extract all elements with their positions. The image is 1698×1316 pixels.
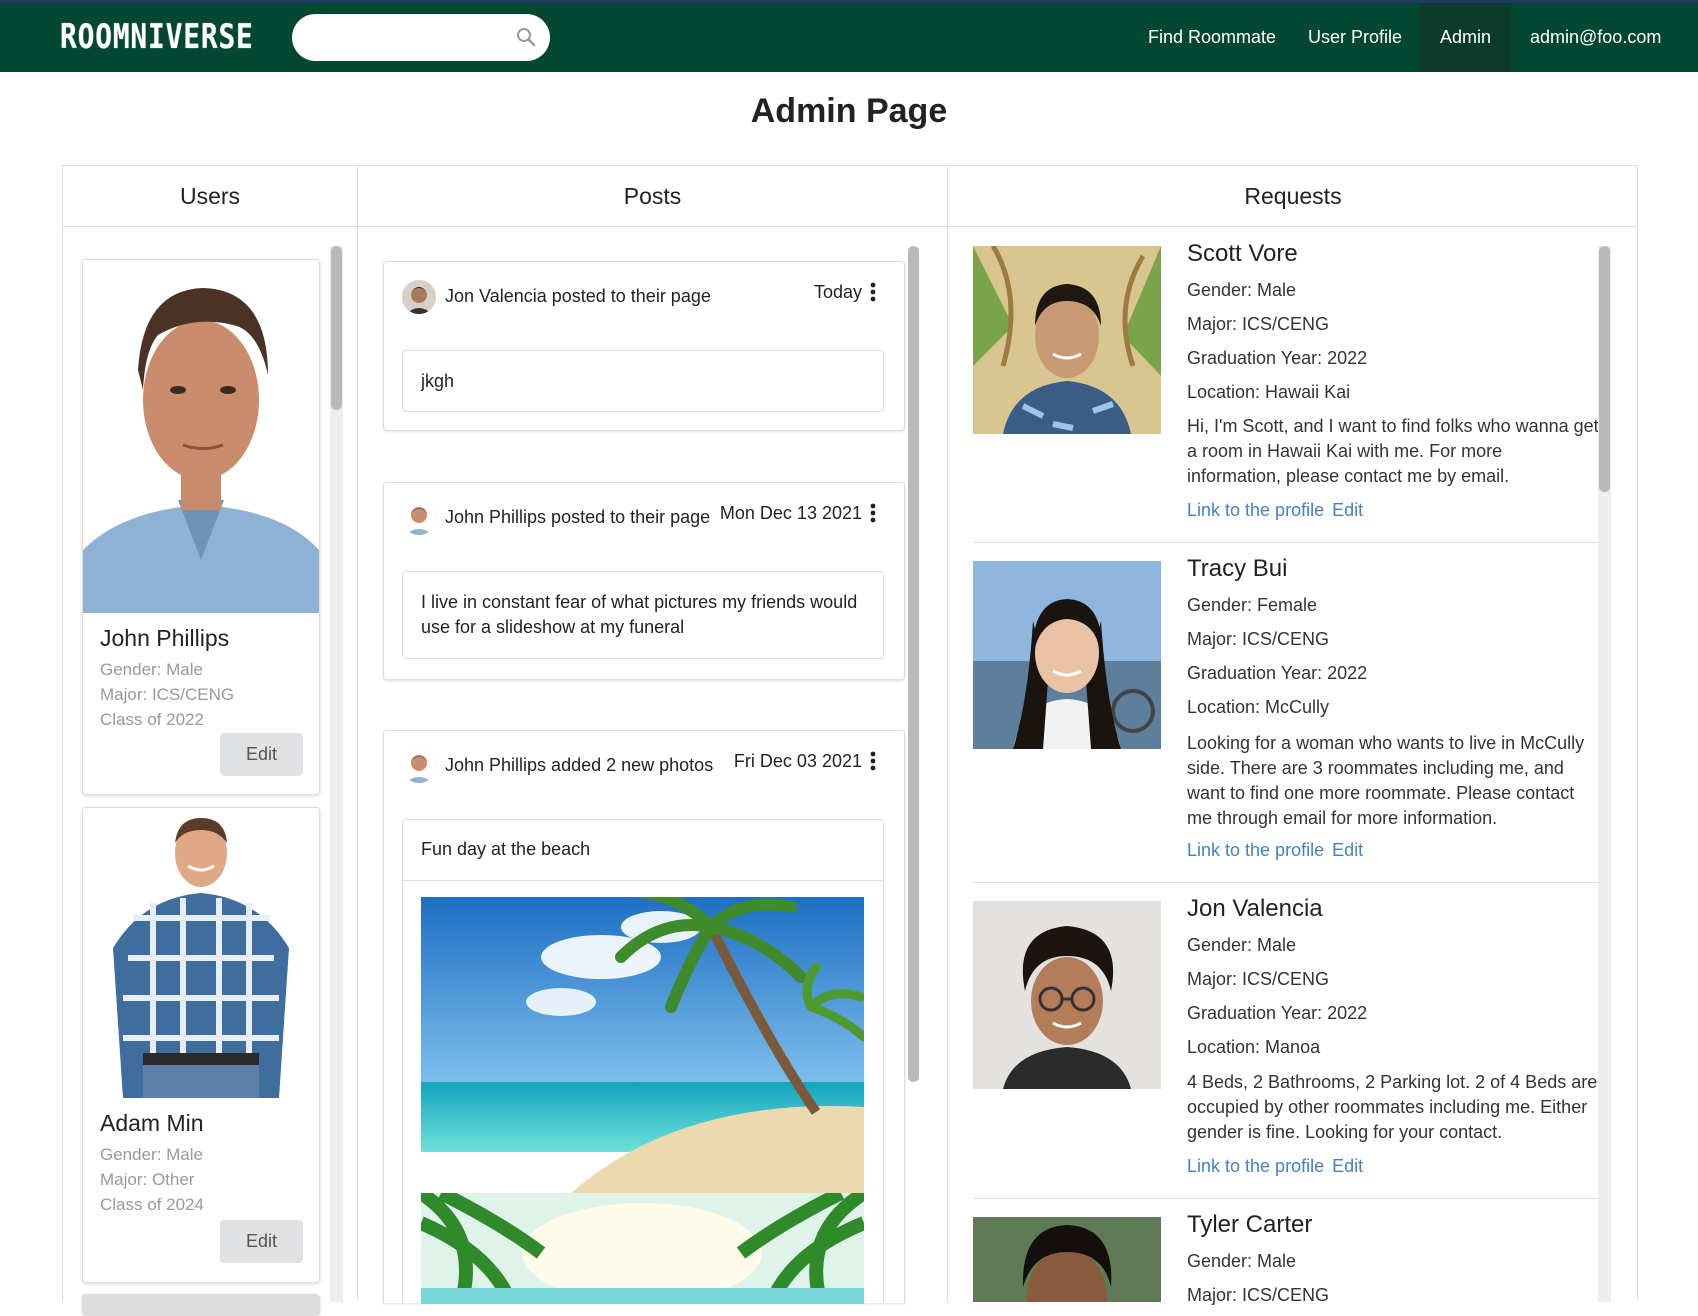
request-links: Link to the profile Edit	[1187, 500, 1371, 521]
post-photo[interactable]	[421, 1193, 864, 1304]
user-name: Adam Min	[100, 1110, 204, 1136]
more-options-icon[interactable]	[870, 751, 876, 771]
nav-account-menu[interactable]: admin@foo.com	[1510, 3, 1698, 117]
post-photo-panel: Fun day at the beach	[402, 819, 884, 1304]
column-divider	[357, 166, 358, 1301]
request-name: Jon Valencia	[1187, 895, 1323, 922]
request-gender: Gender: Male	[1187, 935, 1297, 955]
profile-link[interactable]: Link to the profile	[1187, 500, 1324, 520]
search-icon[interactable]	[516, 27, 536, 47]
users-column-header: Users	[63, 166, 357, 227]
post-card: John Phillips added 2 new photos Fri Dec…	[383, 730, 905, 1304]
users-scrollbar-thumb[interactable]	[331, 246, 342, 410]
user-card: John Phillips Gender: Male Major: ICS/CE…	[82, 259, 320, 795]
post-date: Today	[813, 282, 862, 302]
author-avatar	[402, 501, 436, 535]
search-input[interactable]	[292, 14, 550, 61]
user-gender: Gender: Male	[100, 660, 203, 679]
user-major: Major: Other	[100, 1170, 195, 1189]
post-body: Fun day at the beach	[403, 820, 883, 881]
request-major: Major: ICS/CENG	[1187, 969, 1330, 989]
divider	[973, 882, 1601, 883]
request-location: Location: Manoa	[1187, 1037, 1321, 1057]
requests-column-header: Requests	[948, 166, 1638, 227]
request-grad-year: Graduation Year: 2022	[1187, 1003, 1368, 1023]
divider	[973, 1198, 1601, 1199]
user-major: Major: ICS/CENG	[100, 685, 235, 704]
user-gender: Gender: Male	[100, 1145, 203, 1164]
admin-table: Users Posts Requests John Phillips Gende…	[62, 165, 1638, 1316]
user-card: Adam Min Gender: Male Major: Other Class…	[82, 807, 320, 1283]
edit-user-button[interactable]: Edit	[220, 733, 303, 776]
request-name: Tracy Bui	[1187, 555, 1288, 582]
post-body: jkgh	[402, 350, 884, 412]
post-author: Jon Valencia posted to their page	[445, 286, 711, 306]
request-photo	[973, 901, 1161, 1089]
edit-request-link[interactable]: Edit	[1332, 1156, 1363, 1176]
request-grad-year: Graduation Year: 2022	[1187, 348, 1368, 368]
column-divider	[947, 166, 948, 1301]
request-name: Tyler Carter	[1187, 1211, 1313, 1238]
app-logo[interactable]: ROOMNIVERSE	[60, 17, 254, 57]
nav-find-roommate[interactable]: Find Roommate	[1128, 3, 1296, 72]
account-email: admin@foo.com	[1530, 27, 1662, 47]
divider	[973, 542, 1601, 543]
posts-scrollbar-thumb[interactable]	[908, 246, 919, 1082]
author-avatar	[402, 749, 436, 783]
nav-user-profile[interactable]: User Profile	[1288, 3, 1422, 72]
request-links: Link to the profile Edit	[1187, 840, 1371, 861]
user-photo	[83, 808, 319, 1098]
post-card: John Phillips posted to their page Mon D…	[383, 482, 905, 680]
profile-link[interactable]: Link to the profile	[1187, 1156, 1324, 1176]
user-photo	[83, 260, 319, 613]
page-title: Admin Page	[750, 92, 948, 130]
request-description: 4 Beds, 2 Bathrooms, 2 Parking lot. 2 of…	[1187, 1072, 1598, 1142]
profile-link[interactable]: Link to the profile	[1187, 840, 1324, 860]
post-body: I live in constant fear of what pictures…	[402, 571, 884, 659]
request-links: Link to the profile Edit	[1187, 1156, 1371, 1177]
user-card	[82, 1294, 320, 1316]
request-major: Major: ICS/CENG	[1187, 1285, 1330, 1305]
more-options-icon[interactable]	[870, 282, 876, 302]
user-class: Class of 2024	[100, 1195, 204, 1214]
request-photo	[973, 246, 1161, 434]
author-avatar	[402, 280, 436, 314]
edit-request-link[interactable]: Edit	[1332, 840, 1363, 860]
request-description: Looking for a woman who wants to live in…	[1187, 733, 1585, 828]
request-grad-year: Graduation Year: 2022	[1187, 663, 1368, 683]
request-major: Major: ICS/CENG	[1187, 629, 1330, 649]
more-options-icon[interactable]	[870, 503, 876, 523]
request-photo	[973, 561, 1161, 749]
post-date: Fri Dec 03 2021	[733, 751, 862, 771]
posts-column-header: Posts	[358, 166, 947, 227]
post-author: John Phillips added 2 new photos	[445, 755, 714, 775]
user-class: Class of 2022	[100, 710, 204, 729]
user-name: John Phillips	[100, 625, 230, 651]
post-photo[interactable]	[421, 897, 864, 1193]
post-author: John Phillips posted to their page	[445, 507, 711, 527]
request-location: Location: McCully	[1187, 697, 1330, 717]
request-name: Scott Vore	[1187, 240, 1298, 267]
post-card: Jon Valencia posted to their page Today …	[383, 261, 905, 431]
top-navbar: ROOMNIVERSE Find Roommate User Profile A…	[0, 0, 1698, 117]
request-gender: Gender: Male	[1187, 280, 1297, 300]
request-description: Hi, I'm Scott, and I want to find folks …	[1187, 416, 1599, 486]
requests-scrollbar-thumb[interactable]	[1599, 246, 1610, 492]
post-date: Mon Dec 13 2021	[719, 503, 862, 523]
request-photo	[973, 1217, 1161, 1302]
request-gender: Gender: Male	[1187, 1251, 1297, 1271]
nav-admin[interactable]: Admin	[1420, 3, 1512, 72]
edit-user-button[interactable]: Edit	[220, 1220, 303, 1263]
request-location: Location: Hawaii Kai	[1187, 382, 1351, 402]
request-gender: Gender: Female	[1187, 595, 1318, 615]
edit-request-link[interactable]: Edit	[1332, 500, 1363, 520]
request-major: Major: ICS/CENG	[1187, 314, 1330, 334]
